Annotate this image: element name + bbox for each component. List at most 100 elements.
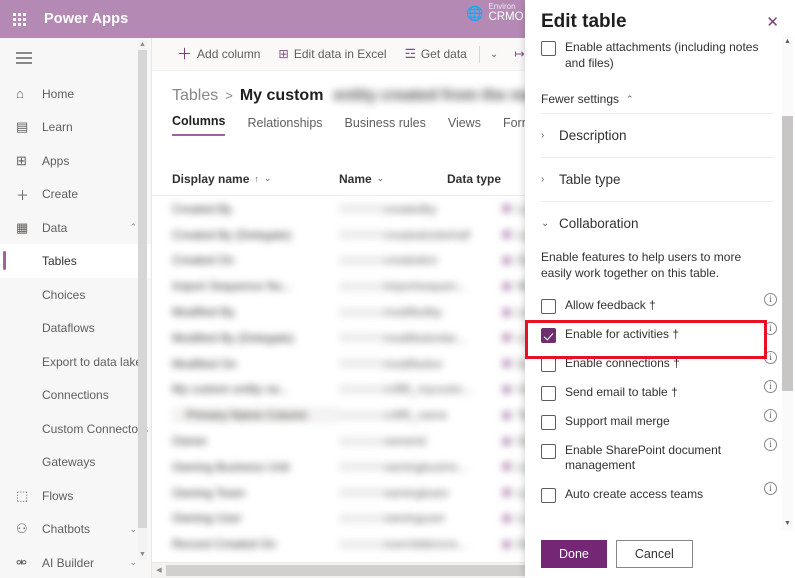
- enable-sharepoint-checkbox[interactable]: [541, 443, 556, 459]
- column-header-label: Name: [339, 171, 372, 186]
- option-enable-for-activities[interactable]: Enable for activities † i: [525, 320, 777, 359]
- close-icon[interactable]: ✕: [766, 15, 779, 30]
- waffle-icon[interactable]: [0, 0, 38, 38]
- enable-attachments-checkbox[interactable]: [541, 41, 556, 56]
- command-label: Edit data in Excel: [293, 47, 387, 61]
- column-header-display-name[interactable]: Display name ↑ ⌄: [172, 172, 339, 186]
- cell-badge: [339, 255, 384, 265]
- option-allow-feedback[interactable]: Allow feedback † i: [541, 291, 777, 320]
- add-column-button[interactable]: ＋ Add column: [168, 38, 269, 71]
- sidebar-item-apps[interactable]: ⊞ Apps: [0, 144, 151, 178]
- edit-data-in-excel-button[interactable]: ⊞ Edit data in Excel: [269, 38, 395, 71]
- plus-icon: ＋: [177, 45, 193, 63]
- info-icon[interactable]: i: [764, 322, 777, 335]
- column-header-label: Data type: [447, 171, 502, 186]
- send-email-to-table-checkbox[interactable]: [541, 385, 556, 401]
- cell-name: cr8f6_mycusto...: [384, 382, 473, 397]
- option-support-mail-merge[interactable]: Support mail merge i: [541, 407, 777, 436]
- edit-table-panel: Edit table ✕ Enable attachments (includi…: [525, 0, 795, 578]
- cell-name: modifiedon: [384, 356, 443, 371]
- chevron-down-icon[interactable]: ⌄: [129, 557, 137, 568]
- column-header-name[interactable]: Name ⌄: [339, 172, 447, 186]
- sidebar-item-dataflows[interactable]: Dataflows: [0, 311, 151, 345]
- sidebar-item-tables[interactable]: Tables: [0, 244, 151, 278]
- info-icon[interactable]: i: [764, 293, 777, 306]
- sidebar-item-custom-connectors[interactable]: Custom Connectors: [0, 412, 151, 446]
- environment-selector[interactable]: 🌐 Environ CRMO: [466, 2, 524, 23]
- sidebar-item-label: Home: [42, 86, 75, 101]
- scroll-down-icon[interactable]: ▼: [782, 518, 793, 530]
- fewer-settings-toggle[interactable]: Fewer settings ⌃: [541, 92, 773, 106]
- ai-icon: ⚮: [16, 554, 27, 570]
- sort-ascending-icon[interactable]: ↑: [254, 174, 259, 184]
- cell-display-name: Owning Business Unit: [172, 459, 290, 474]
- hamburger-icon[interactable]: [0, 38, 151, 77]
- plus-icon: ＋: [16, 187, 30, 203]
- sidebar-item-data[interactable]: ▦ Data ⌃: [0, 211, 151, 245]
- column-header-data-type[interactable]: Data type: [447, 172, 501, 186]
- date-icon: ▦: [502, 254, 512, 266]
- sidebar-item-chatbots[interactable]: ⚇ Chatbots ⌄: [0, 512, 151, 546]
- sidebar-item-choices[interactable]: Choices: [0, 278, 151, 312]
- support-mail-merge-checkbox[interactable]: [541, 414, 556, 430]
- info-icon[interactable]: i: [764, 380, 777, 393]
- scrollbar-thumb[interactable]: [782, 116, 793, 391]
- sidebar-item-ai-builder[interactable]: ⚮ AI Builder ⌄: [0, 546, 151, 578]
- sidebar-item-flows[interactable]: ⬚ Flows: [0, 479, 151, 513]
- tab-views[interactable]: Views: [448, 116, 481, 136]
- option-label: Enable SharePoint document management: [565, 442, 722, 473]
- sidebar-item-export-to-data-lake[interactable]: Export to data lake: [0, 345, 151, 379]
- cell-display-name: Created By (Delegate): [172, 227, 292, 242]
- sidebar-item-connections[interactable]: Connections: [0, 378, 151, 412]
- section-collaboration[interactable]: ⌄ Collaboration: [541, 202, 773, 245]
- tab-relationships[interactable]: Relationships: [247, 116, 322, 136]
- chevron-down-icon[interactable]: ⌄: [377, 173, 385, 184]
- cell-display-name: Owning User: [172, 511, 242, 526]
- allow-feedback-checkbox[interactable]: [541, 298, 556, 314]
- sidebar-item-gateways[interactable]: Gateways: [0, 445, 151, 479]
- option-enable-connections[interactable]: Enable connections † i: [541, 349, 777, 378]
- chevron-down-icon[interactable]: ⌄: [129, 524, 137, 535]
- cell-display-name: Modified By (Delegate): [172, 330, 295, 345]
- done-button[interactable]: Done: [541, 540, 607, 568]
- sidebar-item-learn[interactable]: ▤ Learn: [0, 110, 151, 144]
- panel-scrollbar[interactable]: ▲ ▼: [782, 36, 793, 530]
- scroll-left-icon[interactable]: ◀: [152, 563, 166, 578]
- sidebar-item-label: Gateways: [42, 455, 96, 470]
- option-enable-sharepoint-document-management[interactable]: Enable SharePoint document management i: [541, 436, 777, 480]
- option-auto-create-access-teams[interactable]: Auto create access teams i: [541, 480, 777, 509]
- enable-attachments-row[interactable]: Enable attachments (including notes and …: [541, 36, 773, 75]
- sidebar-item-label: Connections: [42, 388, 109, 403]
- date-icon: ▦: [502, 538, 512, 550]
- enable-for-activities-checkbox[interactable]: [541, 327, 556, 343]
- get-data-button[interactable]: ☲ Get data: [396, 38, 476, 71]
- scrollbar-thumb[interactable]: [138, 50, 147, 528]
- cancel-button[interactable]: Cancel: [615, 540, 693, 568]
- globe-icon: 🌐: [466, 5, 484, 22]
- scroll-up-icon[interactable]: ▲: [782, 36, 793, 48]
- scroll-up-icon[interactable]: ▲: [138, 40, 147, 50]
- sidebar-item-create[interactable]: ＋ Create: [0, 177, 151, 211]
- info-icon[interactable]: i: [764, 438, 777, 451]
- section-description[interactable]: › Description: [541, 114, 773, 157]
- enable-connections-checkbox[interactable]: [541, 356, 556, 372]
- page-title-obscured: entity created from the make: [333, 87, 552, 104]
- info-icon[interactable]: i: [764, 482, 777, 495]
- cell-name: createdon: [384, 253, 438, 268]
- scroll-down-icon[interactable]: ▼: [138, 550, 147, 560]
- info-icon[interactable]: i: [764, 351, 777, 364]
- auto-create-access-teams-checkbox[interactable]: [541, 487, 556, 503]
- chevron-down-icon[interactable]: ⌄: [264, 173, 272, 184]
- environment-label: Environ: [488, 2, 516, 11]
- brand-title[interactable]: Power Apps: [44, 11, 128, 27]
- option-send-email-to-table[interactable]: Send email to table † i: [541, 378, 777, 407]
- sidebar-scrollbar[interactable]: ▲ ▼: [138, 40, 147, 560]
- tab-business-rules[interactable]: Business rules: [345, 116, 426, 136]
- section-table-type[interactable]: › Table type: [541, 158, 773, 201]
- info-icon[interactable]: i: [764, 409, 777, 422]
- sidebar-item-home[interactable]: ⌂ Home: [0, 77, 151, 111]
- chevron-up-icon[interactable]: ⌃: [129, 222, 137, 233]
- tab-columns[interactable]: Columns: [172, 114, 226, 136]
- breadcrumb-tables[interactable]: Tables: [172, 87, 218, 105]
- chevron-down-icon[interactable]: ⌄: [483, 49, 505, 60]
